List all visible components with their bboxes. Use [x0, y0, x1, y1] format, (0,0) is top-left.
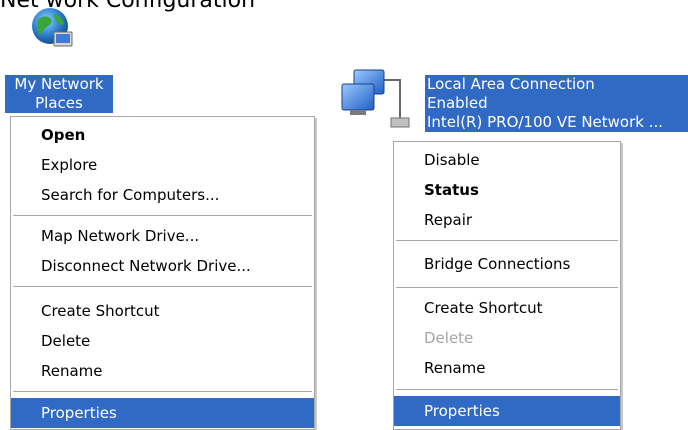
menu-item-properties[interactable]: Properties	[11, 398, 314, 428]
menu-item-rename[interactable]: Rename	[11, 356, 314, 386]
menu-item-delete[interactable]: Delete	[11, 326, 314, 356]
menu-item-create-shortcut[interactable]: Create Shortcut	[394, 293, 620, 323]
menu-item-bridge-connections[interactable]: Bridge Connections	[394, 249, 620, 279]
menu-item-map-network-drive[interactable]: Map Network Drive...	[11, 221, 314, 251]
menu-item-repair[interactable]: Repair	[394, 205, 620, 235]
menu-separator	[396, 287, 618, 288]
menu-item-properties[interactable]: Properties	[394, 396, 620, 426]
local-area-connection-context-menu: Disable Status Repair Bridge Connections…	[393, 141, 621, 430]
network-globe-icon[interactable]	[30, 6, 74, 50]
connection-status: Enabled	[427, 94, 488, 112]
menu-item-rename[interactable]: Rename	[394, 353, 620, 383]
my-network-places-label[interactable]: My Network Places	[5, 75, 113, 113]
my-network-places-context-menu: Open Explore Search for Computers... Map…	[10, 116, 315, 430]
menu-item-delete: Delete	[424, 329, 474, 347]
local-area-connection-label[interactable]: Local Area Connection Enabled Intel(R) P…	[425, 75, 688, 132]
menu-separator	[13, 215, 312, 216]
menu-separator	[396, 240, 618, 241]
menu-item-disconnect-network-drive[interactable]: Disconnect Network Drive...	[11, 251, 314, 281]
menu-separator	[13, 286, 312, 287]
menu-item-explore[interactable]: Explore	[11, 150, 314, 180]
menu-item-open[interactable]: Open	[11, 120, 314, 150]
menu-item-create-shortcut[interactable]: Create Shortcut	[11, 296, 314, 326]
menu-item-status[interactable]: Status	[394, 175, 620, 205]
menu-separator	[396, 389, 618, 390]
my-network-places-label-line2: Places	[35, 94, 83, 112]
connection-name: Local Area Connection	[427, 75, 595, 93]
connection-device: Intel(R) PRO/100 VE Network ...	[427, 113, 664, 131]
menu-separator	[13, 391, 312, 392]
my-network-places-label-line1: My Network	[14, 75, 104, 93]
menu-item-search-for-computers[interactable]: Search for Computers...	[11, 180, 314, 210]
menu-item-disable[interactable]: Disable	[394, 145, 620, 175]
